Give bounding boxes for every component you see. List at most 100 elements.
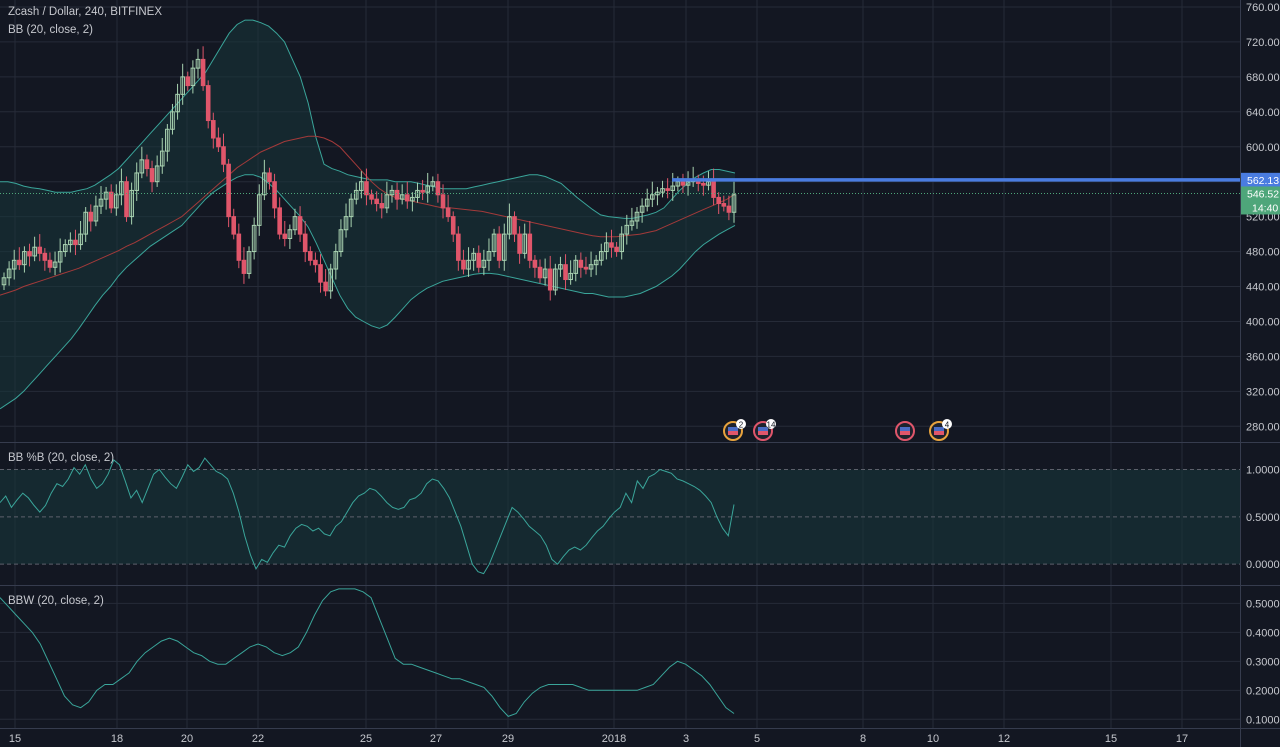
candle-body[interactable]	[241, 259, 247, 274]
candle-body[interactable]	[17, 259, 22, 266]
candle-body[interactable]	[527, 233, 533, 261]
candle-body[interactable]	[563, 264, 568, 281]
candle-body[interactable]	[307, 251, 313, 261]
candle-body[interactable]	[394, 189, 400, 200]
candle-body[interactable]	[226, 163, 231, 218]
x-tick-label: 12	[998, 733, 1010, 745]
event-count-label: 14	[767, 421, 776, 430]
candle-body[interactable]	[42, 252, 48, 261]
x-tick-label: 22	[252, 733, 264, 745]
candle-body[interactable]	[450, 216, 456, 235]
candle-body[interactable]	[297, 216, 303, 235]
candle-body[interactable]	[200, 58, 206, 87]
y-tick-label: 320.00	[1246, 386, 1280, 398]
bbw-tick-label: 0.1000	[1246, 714, 1280, 726]
x-tick-label: 10	[927, 733, 939, 745]
y-tick-label: 360.00	[1246, 351, 1280, 363]
x-tick-label: 29	[502, 733, 514, 745]
candle-body[interactable]	[124, 181, 129, 218]
candle-body[interactable]	[323, 281, 328, 292]
candle-body[interactable]	[216, 137, 221, 148]
candle-body[interactable]	[578, 259, 584, 268]
candle-body[interactable]	[205, 85, 211, 122]
candle-body[interactable]	[440, 194, 446, 209]
candle-body[interactable]	[267, 172, 272, 183]
candle-body[interactable]	[221, 146, 226, 165]
candle-body[interactable]	[583, 266, 589, 270]
candle-body[interactable]	[379, 203, 385, 209]
bbw-line[interactable]	[0, 588, 735, 717]
x-tick-label: 8	[860, 733, 866, 745]
candle-body[interactable]	[318, 264, 323, 283]
candle-body[interactable]	[313, 259, 318, 266]
candle-body[interactable]	[302, 233, 308, 253]
candle-body[interactable]	[445, 207, 451, 218]
candle-body[interactable]	[364, 181, 369, 196]
candle-body[interactable]	[496, 233, 502, 261]
candle-body[interactable]	[726, 205, 732, 213]
candle-body[interactable]	[721, 203, 727, 207]
candle-body[interactable]	[277, 207, 282, 235]
candle-body[interactable]	[185, 76, 191, 87]
candle-body[interactable]	[476, 252, 482, 268]
candle-body[interactable]	[404, 194, 410, 202]
x-tick-label: 17	[1176, 733, 1188, 745]
x-tick-label: 18	[111, 733, 123, 745]
candle-body[interactable]	[532, 259, 538, 268]
flag-stripe-icon	[758, 431, 768, 435]
bollinger-band-fill	[0, 20, 735, 409]
percent-b-pane-title[interactable]: BB %B (20, close, 2)	[8, 452, 114, 464]
pctb-tick-label: 0.5000	[1246, 512, 1280, 524]
candle-body[interactable]	[461, 259, 466, 270]
candle-body[interactable]	[144, 159, 150, 170]
flag-stripe-icon	[934, 431, 944, 435]
bbw-pane-title[interactable]: BBW (20, close, 2)	[8, 595, 104, 607]
candle-body[interactable]	[236, 233, 242, 261]
candle-body[interactable]	[231, 216, 237, 235]
candle-body[interactable]	[272, 181, 277, 209]
candle-body[interactable]	[282, 233, 288, 239]
candle-body[interactable]	[37, 246, 43, 254]
bb-indicator-title[interactable]: BB (20, close, 2)	[8, 24, 93, 36]
candle-body[interactable]	[456, 233, 461, 261]
y-tick-label: 600.00	[1246, 142, 1280, 154]
x-tick-label: 25	[360, 733, 372, 745]
candle-body[interactable]	[73, 239, 78, 246]
candle-body[interactable]	[512, 216, 517, 235]
chart-canvas[interactable]: 15 18 20 22 25 27 29 2018 3 5 8 10 12 15 17 760.00 720.0…	[0, 0, 1280, 747]
candle-body[interactable]	[149, 168, 155, 183]
candle-body[interactable]	[435, 181, 441, 196]
x-tick-label: 3	[683, 733, 689, 745]
candle-body[interactable]	[547, 268, 553, 291]
symbol-title: Zcash / Dollar, 240, BITFINEX	[8, 6, 163, 18]
candle-body[interactable]	[27, 251, 32, 257]
candle-body[interactable]	[711, 181, 716, 198]
candle-body[interactable]	[716, 196, 721, 205]
candle-body[interactable]	[517, 233, 522, 254]
y-tick-label: 640.00	[1246, 107, 1280, 119]
candle-body[interactable]	[680, 181, 686, 186]
event-count-label: 4	[945, 421, 950, 430]
bbw-tick-label: 0.4000	[1246, 627, 1280, 639]
candle-body[interactable]	[609, 242, 614, 248]
y-tick-label: 440.00	[1246, 282, 1280, 294]
candle-body[interactable]	[665, 188, 670, 191]
event-count-label: 2	[739, 421, 744, 430]
candle-body[interactable]	[701, 182, 706, 186]
candle-body[interactable]	[374, 198, 379, 205]
y-tick-label: 480.00	[1246, 247, 1280, 259]
x-tick-label: 15	[1105, 733, 1117, 745]
candle-body[interactable]	[47, 259, 53, 268]
y-tick-label: 680.00	[1246, 72, 1280, 84]
x-tick-label: 2018	[602, 733, 626, 745]
candle-body[interactable]	[537, 266, 543, 279]
candle-body[interactable]	[369, 194, 374, 200]
candle-body[interactable]	[108, 191, 114, 209]
candle-body[interactable]	[88, 211, 94, 222]
pctb-tick-label: 0.0000	[1246, 559, 1280, 571]
tradingview-chart[interactable]: 15 18 20 22 25 27 29 2018 3 5 8 10 12 15 17 760.00 720.0…	[0, 0, 1280, 747]
candle-body[interactable]	[420, 189, 425, 193]
x-tick-label: 20	[181, 733, 193, 745]
candle-body[interactable]	[614, 246, 619, 253]
candle-body[interactable]	[211, 120, 216, 139]
